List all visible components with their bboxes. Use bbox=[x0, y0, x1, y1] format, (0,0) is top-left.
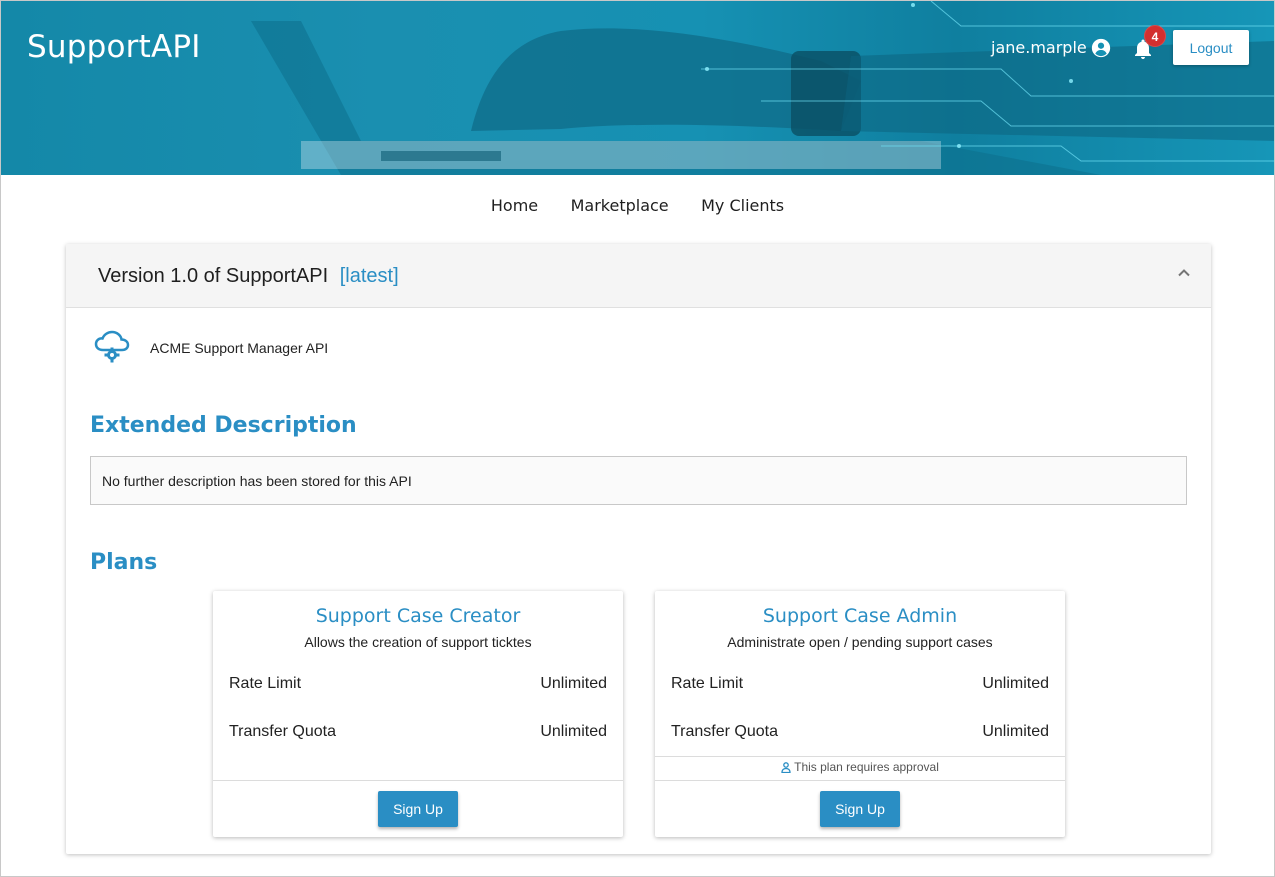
nav-marketplace[interactable]: Marketplace bbox=[571, 196, 669, 215]
card-divider bbox=[213, 780, 623, 781]
approval-note-text: This plan requires approval bbox=[794, 760, 939, 774]
version-title: Version 1.0 of SupportAPI bbox=[98, 265, 329, 287]
header-banner: SupportAPI jane.marple 4 Logout bbox=[1, 1, 1274, 175]
notification-badge: 4 bbox=[1144, 25, 1166, 47]
extended-description-text: No further description has been stored f… bbox=[102, 473, 412, 489]
cloud-gear-icon bbox=[94, 330, 130, 363]
chevron-up-icon[interactable] bbox=[1177, 266, 1191, 280]
panel-header[interactable]: Version 1.0 of SupportAPI [latest] bbox=[66, 244, 1211, 308]
plan-name: Support Case Creator bbox=[315, 605, 521, 627]
plan-description: Allows the creation of support ticktes bbox=[304, 634, 532, 650]
person-icon bbox=[781, 762, 791, 774]
card-divider bbox=[655, 756, 1065, 757]
rate-limit-value: Unlimited bbox=[540, 675, 607, 692]
account-circle-icon[interactable] bbox=[1090, 37, 1112, 59]
nav-home[interactable]: Home bbox=[491, 196, 538, 215]
nav-my-clients[interactable]: My Clients bbox=[701, 196, 784, 215]
sign-up-button[interactable]: Sign Up bbox=[378, 791, 458, 827]
api-version-panel: Version 1.0 of SupportAPI [latest] ACME … bbox=[66, 244, 1211, 854]
extended-description-heading: Extended Description bbox=[90, 413, 357, 438]
api-description: ACME Support Manager API bbox=[150, 340, 329, 356]
logout-button[interactable]: Logout bbox=[1173, 30, 1249, 65]
sign-up-button[interactable]: Sign Up bbox=[820, 791, 900, 827]
transfer-quota-value: Unlimited bbox=[982, 723, 1049, 740]
banner-background-image bbox=[251, 1, 1274, 175]
main-nav: Home Marketplace My Clients bbox=[1, 196, 1274, 216]
plan-card-support-case-admin: Support Case Admin Administrate open / p… bbox=[655, 591, 1065, 837]
approval-note: This plan requires approval bbox=[655, 760, 1065, 774]
rate-limit-label: Rate Limit bbox=[229, 675, 302, 692]
extended-description-box: No further description has been stored f… bbox=[90, 456, 1187, 505]
brand-title: SupportAPI bbox=[27, 29, 201, 65]
transfer-quota-value: Unlimited bbox=[540, 723, 607, 740]
rate-limit-value: Unlimited bbox=[982, 675, 1049, 692]
transfer-quota-label: Transfer Quota bbox=[671, 723, 779, 740]
panel-title: Version 1.0 of SupportAPI [latest] bbox=[98, 265, 399, 288]
latest-tag: [latest] bbox=[339, 265, 399, 287]
card-divider bbox=[655, 780, 1065, 781]
rate-limit-label: Rate Limit bbox=[671, 675, 744, 692]
username-label[interactable]: jane.marple bbox=[991, 38, 1087, 57]
transfer-quota-label: Transfer Quota bbox=[229, 723, 337, 740]
plan-description: Administrate open / pending support case… bbox=[727, 634, 993, 650]
plans-heading: Plans bbox=[90, 550, 158, 575]
plan-name: Support Case Admin bbox=[762, 605, 958, 627]
plan-card-support-case-creator: Support Case Creator Allows the creation… bbox=[213, 591, 623, 837]
